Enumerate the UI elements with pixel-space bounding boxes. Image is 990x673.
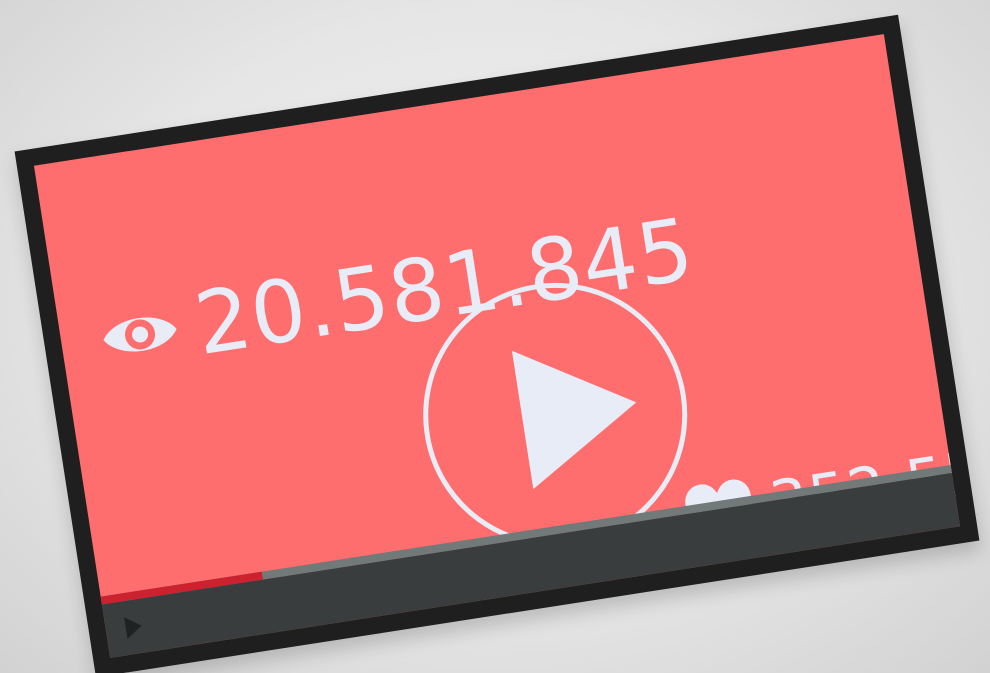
- video-player: 20.581.845 352.559: [14, 14, 980, 673]
- play-icon[interactable]: [122, 613, 146, 642]
- eye-icon: [103, 317, 177, 352]
